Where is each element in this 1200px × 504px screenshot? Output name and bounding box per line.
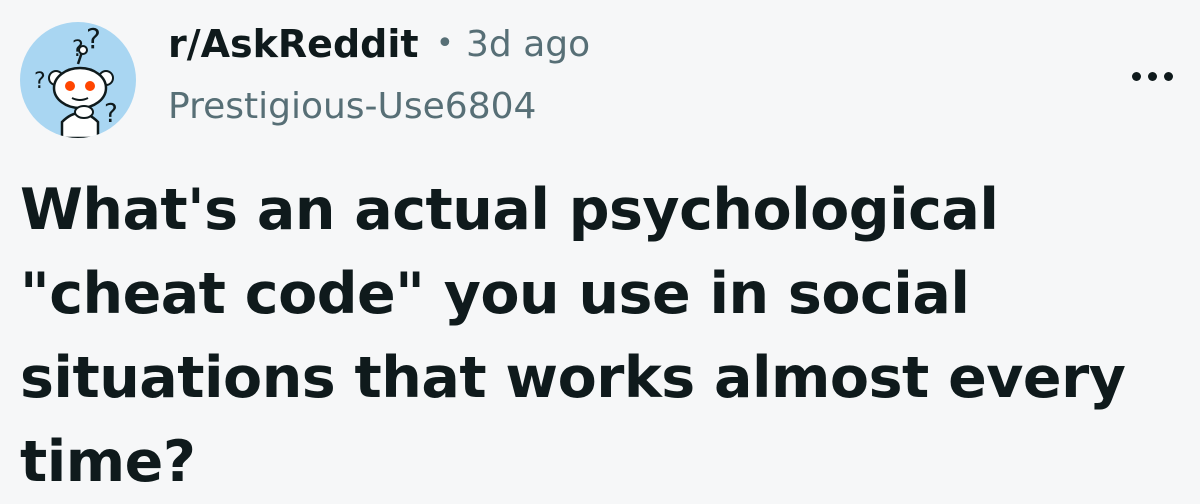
more-options-icon — [1163, 71, 1173, 81]
post-timestamp: 3d ago — [466, 24, 591, 65]
author-link[interactable]: Prestigious-Use6804 — [168, 86, 536, 127]
more-options-icon — [1147, 71, 1157, 81]
svg-text:?: ? — [34, 69, 46, 94]
subreddit-avatar-icon[interactable]: ? ? ? ? — [20, 22, 136, 138]
svg-text:?: ? — [86, 22, 101, 55]
svg-text:?: ? — [104, 99, 118, 129]
meta-separator: • — [436, 26, 454, 61]
thinking-snoo-icon: ? ? ? ? — [34, 22, 118, 138]
post-card: ? ? ? ? r/AskReddit • 3d ago Prestigious… — [0, 0, 1200, 495]
more-options-icon — [1131, 71, 1141, 81]
post-title[interactable]: What's an actual psychological "cheat co… — [20, 168, 1190, 504]
more-options-button[interactable] — [1120, 58, 1184, 94]
subreddit-link[interactable]: r/AskReddit — [168, 22, 419, 66]
